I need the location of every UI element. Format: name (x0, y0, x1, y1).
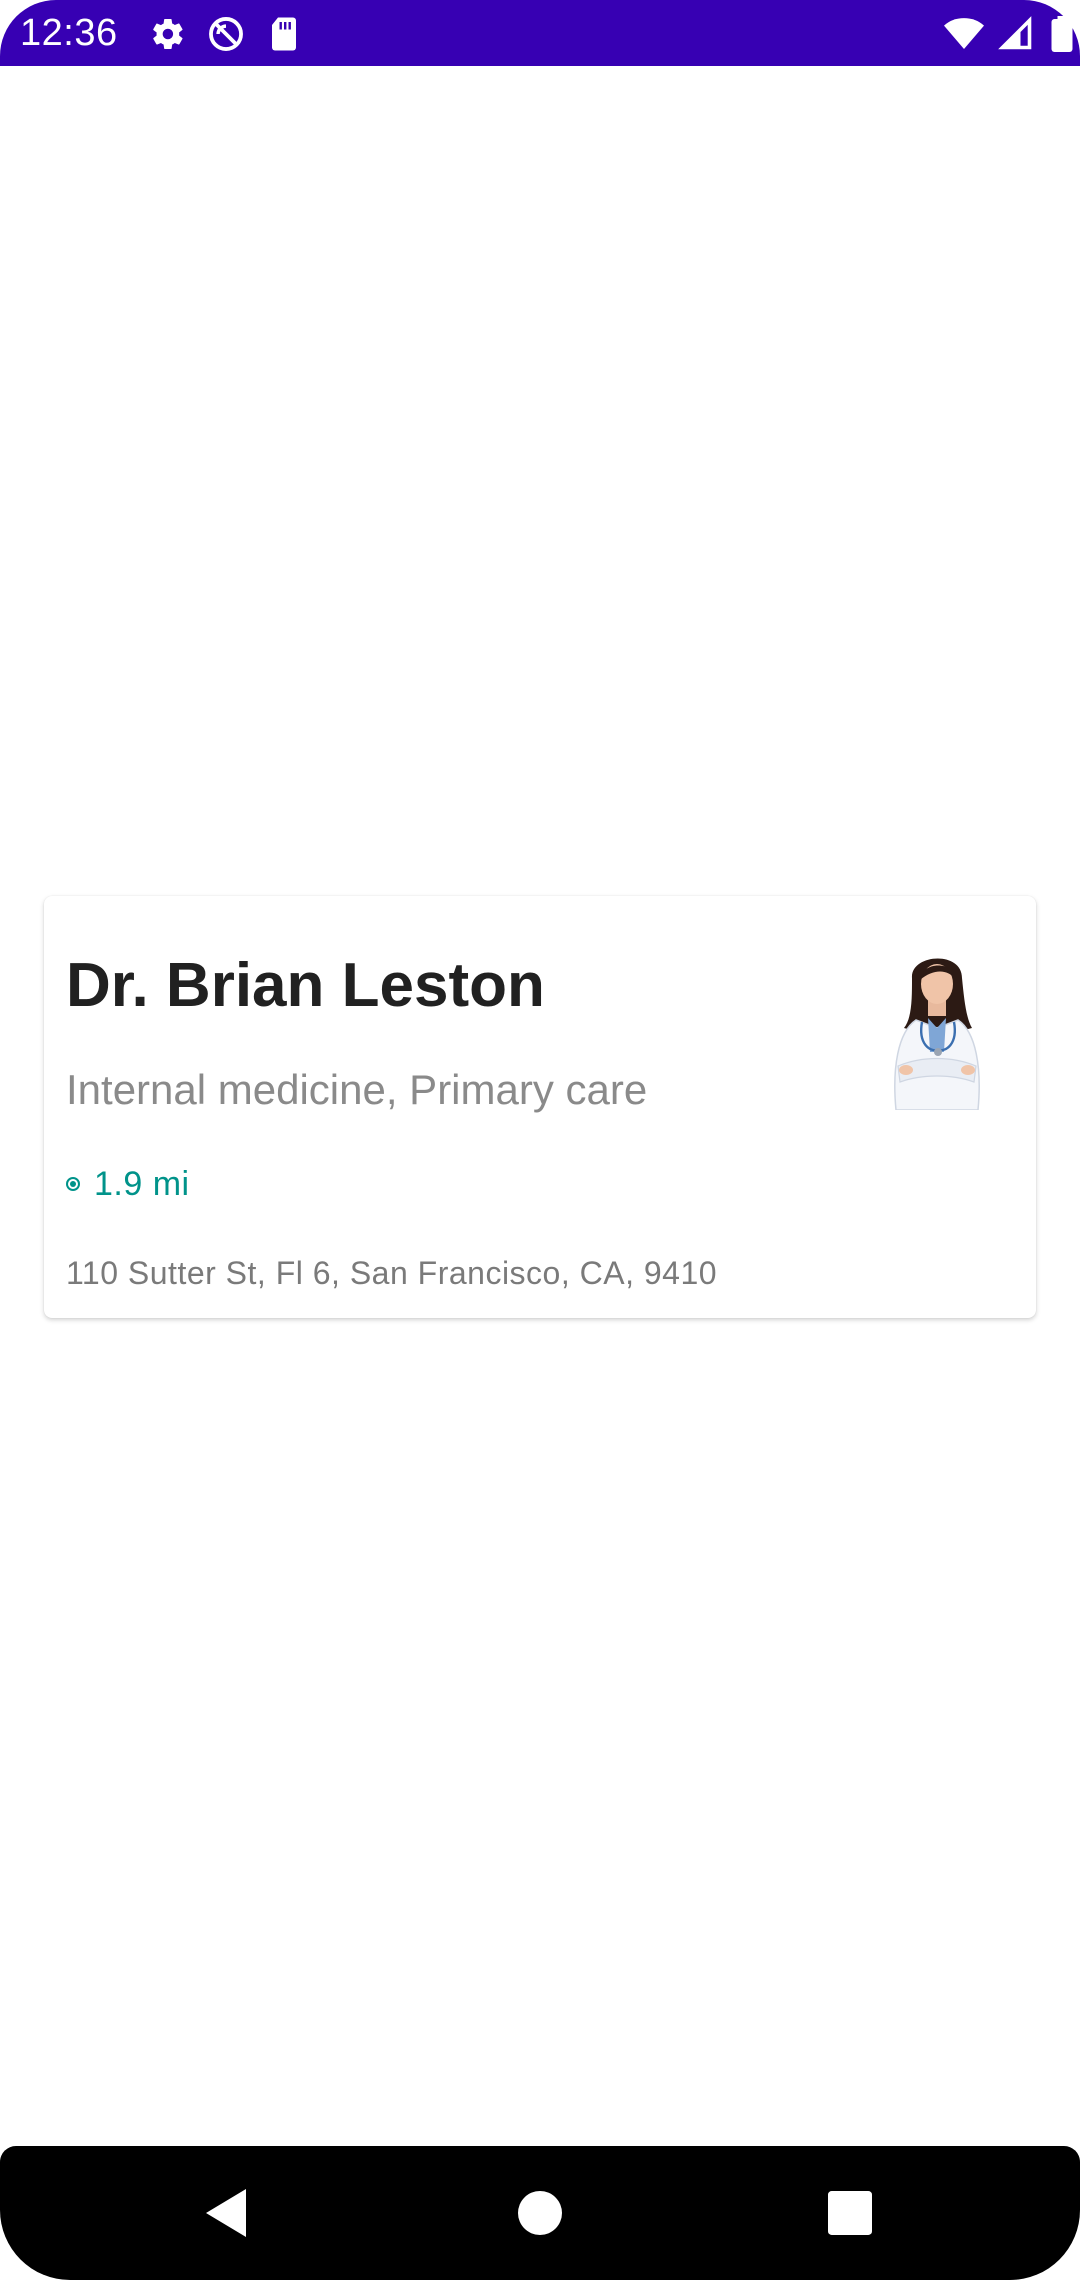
doctor-address: 110 Sutter St, Fl 6, San Francisco, CA, … (66, 1255, 718, 1291)
status-icons-right (944, 14, 1076, 54)
distance-text: 1.9 mi (94, 1165, 190, 1203)
recents-icon[interactable] (810, 2176, 890, 2250)
distance-row: 1.9 mi (66, 1162, 190, 1206)
doctor-specialty: Internal medicine, Primary care (66, 1066, 648, 1113)
battery-icon (1048, 14, 1076, 54)
location-dot-icon (66, 1177, 80, 1191)
wifi-icon (944, 14, 984, 54)
no-disturb-icon (206, 14, 246, 54)
status-bar: 12:36 (0, 0, 1080, 66)
status-time: 12:36 (20, 12, 118, 54)
doctor-name: Dr. Brian Leston (66, 951, 545, 1020)
doctor-card[interactable]: Dr. Brian Leston Internal medicine, Prim… (44, 896, 1036, 1318)
doctor-avatar (882, 948, 992, 1111)
navigation-bar (0, 2146, 1080, 2280)
back-icon[interactable] (186, 2176, 266, 2250)
signal-icon (996, 14, 1036, 54)
gear-icon (148, 14, 188, 54)
status-icons-left (148, 14, 304, 54)
sd-card-icon (264, 14, 304, 54)
home-icon[interactable] (500, 2176, 580, 2250)
